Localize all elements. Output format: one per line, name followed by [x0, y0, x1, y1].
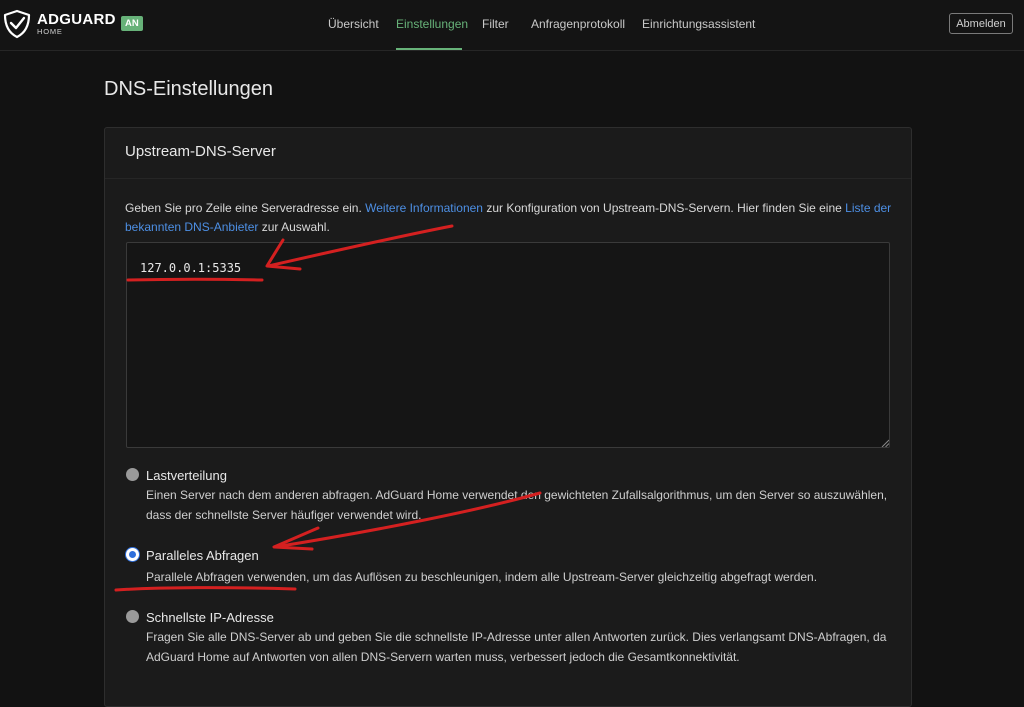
nav-setup-guide[interactable]: Einrichtungsassistent — [642, 17, 755, 31]
load-balancing-description: Einen Server nach dem anderen abfragen. … — [146, 488, 888, 522]
adguard-shield-logo-icon[interactable] — [2, 9, 32, 39]
parallel-requests-label[interactable]: Paralleles Abfragen — [146, 548, 259, 563]
more-info-link[interactable]: Weitere Informationen — [365, 201, 483, 215]
upstream-servers-value[interactable]: 127.0.0.1:5335 — [140, 261, 241, 275]
parallel-requests-radio[interactable] — [126, 548, 139, 561]
nav-query-log[interactable]: Anfragenprotokoll — [531, 17, 625, 31]
upstream-description: Geben Sie pro Zeile eine Serveradresse e… — [125, 199, 895, 237]
active-nav-indicator — [396, 48, 462, 50]
page-title: DNS-Einstellungen — [104, 78, 273, 100]
nav-filters[interactable]: Filter — [482, 17, 509, 31]
nav-settings[interactable]: Einstellungen — [396, 17, 468, 31]
top-navbar: ADGUARD HOME AN Übersicht Einstellungen … — [0, 0, 1024, 51]
brand-subtitle: HOME — [37, 27, 63, 36]
load-balancing-radio[interactable] — [126, 468, 139, 481]
resize-grip-icon[interactable] — [881, 439, 889, 447]
card-divider — [105, 178, 911, 179]
fastest-ip-label[interactable]: Schnellste IP-Adresse — [146, 610, 274, 625]
fastest-ip-description: Fragen Sie alle DNS-Server ab und geben … — [146, 630, 887, 664]
description-text-1: Geben Sie pro Zeile eine Serveradresse e… — [125, 201, 366, 215]
parallel-requests-description: Parallele Abfragen verwenden, um das Auf… — [146, 570, 818, 584]
fastest-ip-radio[interactable] — [126, 610, 139, 623]
protection-status-badge: AN — [121, 16, 143, 31]
nav-overview[interactable]: Übersicht — [328, 17, 379, 31]
card-title: Upstream-DNS-Server — [125, 143, 276, 160]
description-text-2: zur Konfiguration von Upstream-DNS-Serve… — [482, 201, 846, 215]
load-balancing-label[interactable]: Lastverteilung — [146, 468, 227, 483]
brand-name[interactable]: ADGUARD — [37, 12, 116, 27]
description-text-3: zur Auswahl. — [258, 220, 330, 234]
logout-button[interactable]: Abmelden — [949, 13, 1013, 34]
